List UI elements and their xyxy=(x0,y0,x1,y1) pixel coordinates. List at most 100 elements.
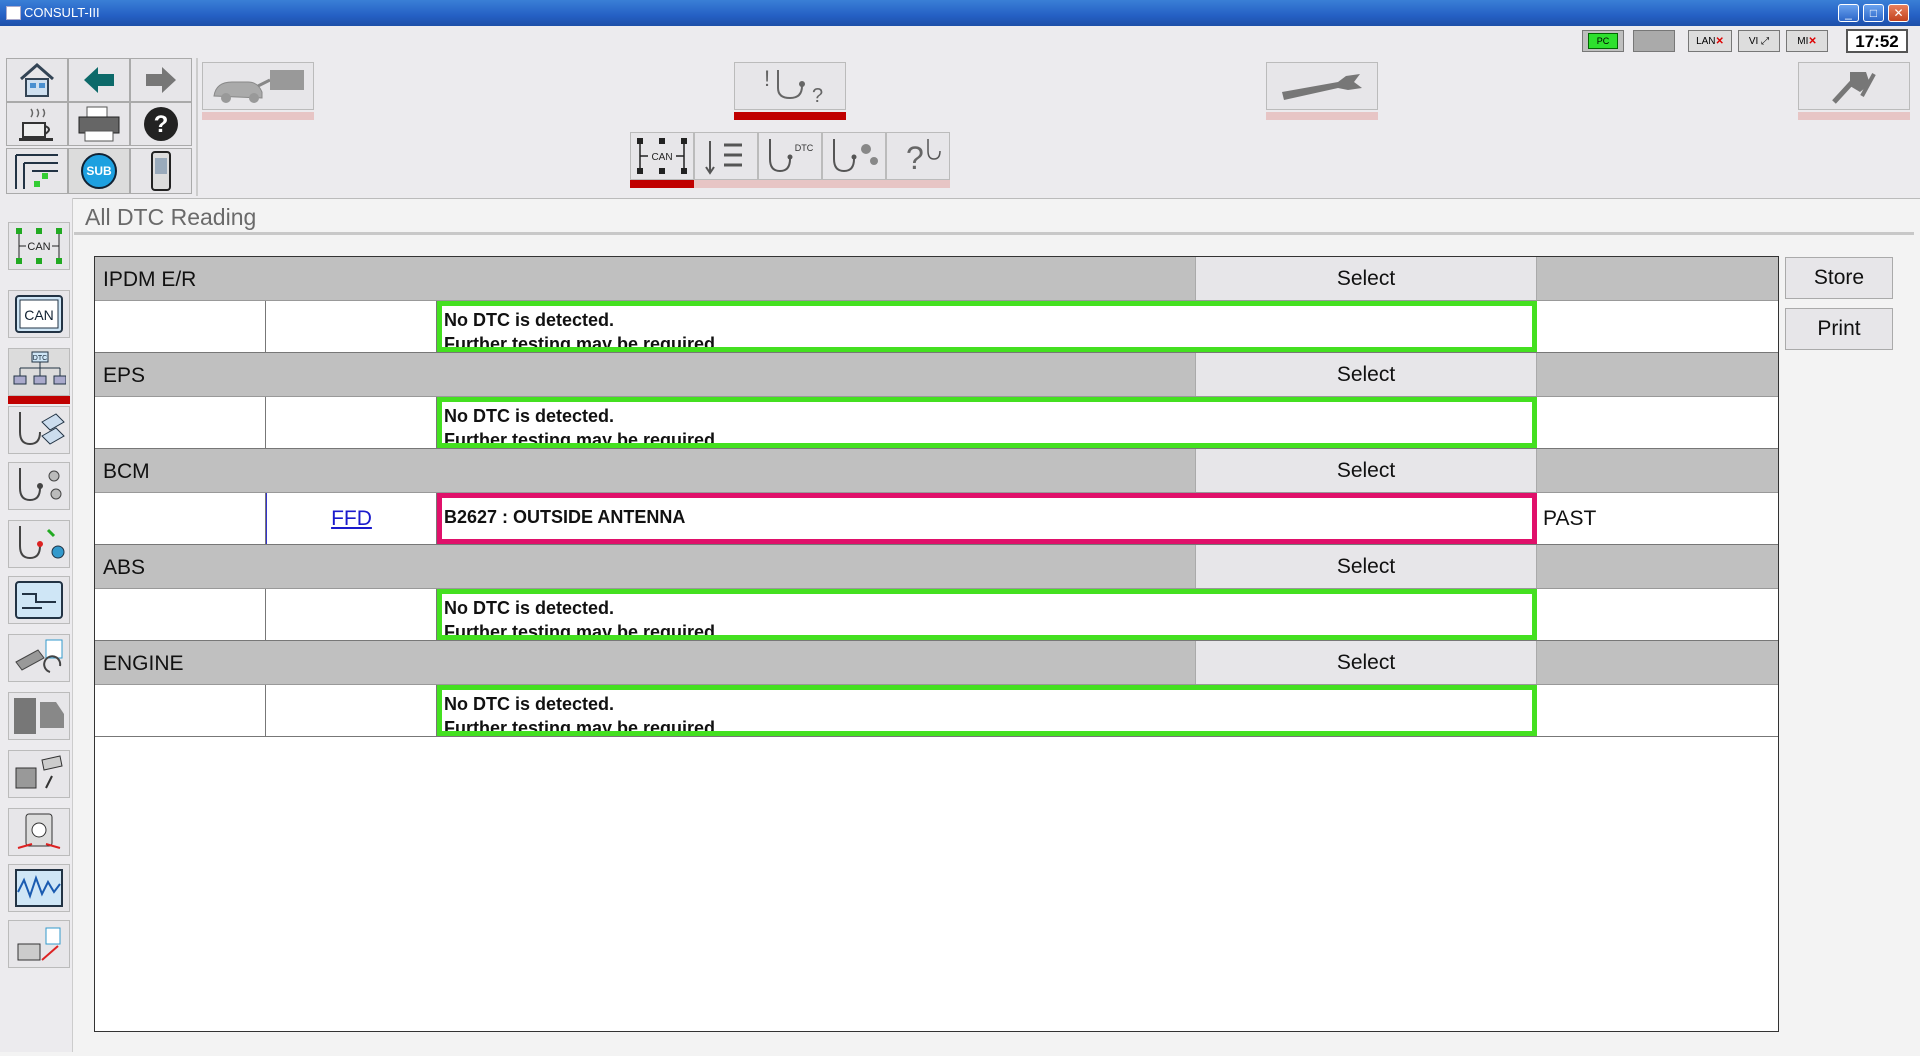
forward-button[interactable] xyxy=(130,58,192,102)
dtc-status-cell xyxy=(1537,685,1780,736)
dtc-status-cell xyxy=(1537,589,1780,640)
help-icon: ? xyxy=(144,107,178,141)
select-button-abs[interactable]: Select xyxy=(1195,545,1537,588)
dtc-message-ok: No DTC is detected. Further testing may … xyxy=(437,685,1537,736)
result-row-bcm: FFD B2627 : OUTSIDE ANTENNA PAST xyxy=(95,493,1778,545)
vehicle-connection-button[interactable] xyxy=(202,62,314,110)
oscilloscope-icon xyxy=(15,869,63,907)
toolbar-divider xyxy=(196,58,198,196)
dtc-tab[interactable]: DTC xyxy=(758,132,822,180)
sidebar-immobilizer[interactable] xyxy=(8,750,70,798)
sidebar-settings[interactable] xyxy=(8,920,70,968)
sidebar-ecu-diagnosis[interactable] xyxy=(8,406,70,454)
sidebar-active-test[interactable] xyxy=(8,520,70,568)
data-monitor-tab[interactable] xyxy=(822,132,886,180)
help-button[interactable]: ? xyxy=(130,102,192,146)
coffee-cup-icon xyxy=(19,108,53,141)
repair-underline xyxy=(1798,112,1910,120)
arrow-left-icon xyxy=(84,67,114,93)
sidebar-data-monitor[interactable] xyxy=(8,462,70,510)
sidebar-all-dtc-reading[interactable]: DTC xyxy=(8,348,70,396)
repair-button[interactable] xyxy=(1798,62,1910,110)
title-bar: CONSULT-III _ □ ✕ xyxy=(0,0,1920,26)
can-diagnosis-tab[interactable]: CAN xyxy=(630,132,694,180)
dtc-network-icon: DTC xyxy=(13,351,66,385)
sidebar-reprogramming[interactable] xyxy=(8,634,70,682)
vi-indicator: VI ⤢ xyxy=(1738,30,1780,52)
sidebar-can-monitor[interactable]: CAN xyxy=(8,290,70,338)
sidebar-multimeter[interactable] xyxy=(8,808,70,856)
system-row-bcm: BCM Select xyxy=(95,449,1778,493)
lan-indicator: LAN✕ xyxy=(1688,30,1732,52)
maintenance-underline xyxy=(1266,112,1378,120)
vehicle-silhouette-icon xyxy=(14,698,64,734)
maximize-button[interactable]: □ xyxy=(1863,4,1884,22)
clock: 17:52 xyxy=(1846,29,1908,53)
close-button[interactable]: ✕ xyxy=(1888,4,1909,22)
select-button-engine[interactable]: Select xyxy=(1195,641,1537,684)
ffd-cell xyxy=(266,685,437,736)
dtc-results-panel: IPDM E/R Select No DTC is detected. Furt… xyxy=(94,256,1779,1032)
select-button-eps[interactable]: Select xyxy=(1195,353,1537,396)
maintenance-button[interactable] xyxy=(1266,62,1378,110)
select-button-ipdm[interactable]: Select xyxy=(1195,257,1537,300)
system-row-eps: EPS Select xyxy=(95,353,1778,397)
result-row-engine: No DTC is detected. Further testing may … xyxy=(95,685,1778,737)
flow-icon xyxy=(705,141,742,175)
home-button[interactable] xyxy=(6,58,68,102)
svg-text:DTC: DTC xyxy=(33,355,47,362)
vi-device-button[interactable] xyxy=(130,148,192,194)
dtc-message-line1: No DTC is detected. xyxy=(444,694,615,714)
result-cell-empty xyxy=(95,589,266,640)
svg-text:CAN: CAN xyxy=(651,152,672,163)
ffd-cell: FFD xyxy=(266,493,437,544)
minimize-button[interactable]: _ xyxy=(1838,4,1859,22)
print-results-button[interactable]: Print xyxy=(1785,308,1893,350)
print-button[interactable] xyxy=(68,102,130,146)
diagnosis-button[interactable]: !? xyxy=(734,62,846,110)
sub-tabs-underline xyxy=(694,180,950,188)
select-button-bcm[interactable]: Select xyxy=(1195,449,1537,492)
store-button[interactable]: Store xyxy=(1785,257,1893,299)
dtc-message-ok: No DTC is detected. Further testing may … xyxy=(437,589,1537,640)
system-row-engine: ENGINE Select xyxy=(95,641,1778,685)
dtc-message-ok: No DTC is detected. Further testing may … xyxy=(437,397,1537,448)
ffd-cell xyxy=(266,397,437,448)
display-settings-button[interactable] xyxy=(6,148,68,194)
header-divider xyxy=(74,232,1914,235)
sub-icon: SUB xyxy=(81,153,117,189)
stethoscope-monitor-icon xyxy=(833,139,878,173)
main-toolbar: ? SUB !? CAN DTC ? xyxy=(0,56,1920,199)
work-support-tab[interactable] xyxy=(694,132,758,180)
screen-capture-button[interactable] xyxy=(6,102,68,146)
dtc-message-line2: Further testing may be required. xyxy=(444,718,721,736)
ffd-link[interactable]: FFD xyxy=(331,507,372,530)
dtc-message-line2: Further testing may be required. xyxy=(444,334,721,352)
back-button[interactable] xyxy=(68,58,130,102)
page-title: All DTC Reading xyxy=(85,204,257,230)
sidebar-wiring-diagram[interactable] xyxy=(8,576,70,624)
system-name: BCM xyxy=(103,460,150,483)
system-row-ipdm: IPDM E/R Select xyxy=(95,257,1778,301)
result-cell-empty xyxy=(95,397,266,448)
guide-tab[interactable]: ? xyxy=(886,132,950,180)
system-row-abs: ABS Select xyxy=(95,545,1778,589)
svg-text:!: ! xyxy=(764,66,770,91)
result-cell-empty xyxy=(95,685,266,736)
left-sidebar: CAN CAN DTC xyxy=(0,198,73,1052)
dtc-status-cell: PAST xyxy=(1543,507,1597,530)
mi-disconnected-icon: ✕ xyxy=(1808,36,1817,47)
ffd-cell xyxy=(266,589,437,640)
sidebar-oscilloscope[interactable] xyxy=(8,864,70,912)
wrench-icon xyxy=(1282,74,1362,100)
can-tab-active-underline xyxy=(630,180,694,188)
app-icon xyxy=(6,6,21,20)
vi-battery-indicator xyxy=(1633,30,1675,52)
tools-icon xyxy=(1832,72,1876,104)
sidebar-vehicle-select[interactable] xyxy=(8,692,70,740)
sub-mode-button[interactable]: SUB xyxy=(68,148,130,194)
dtc-status-cell xyxy=(1537,301,1780,352)
vehicle-connection-underline xyxy=(202,112,314,120)
sidebar-can-topology[interactable]: CAN xyxy=(8,222,70,270)
svg-text:DTC: DTC xyxy=(795,143,814,153)
